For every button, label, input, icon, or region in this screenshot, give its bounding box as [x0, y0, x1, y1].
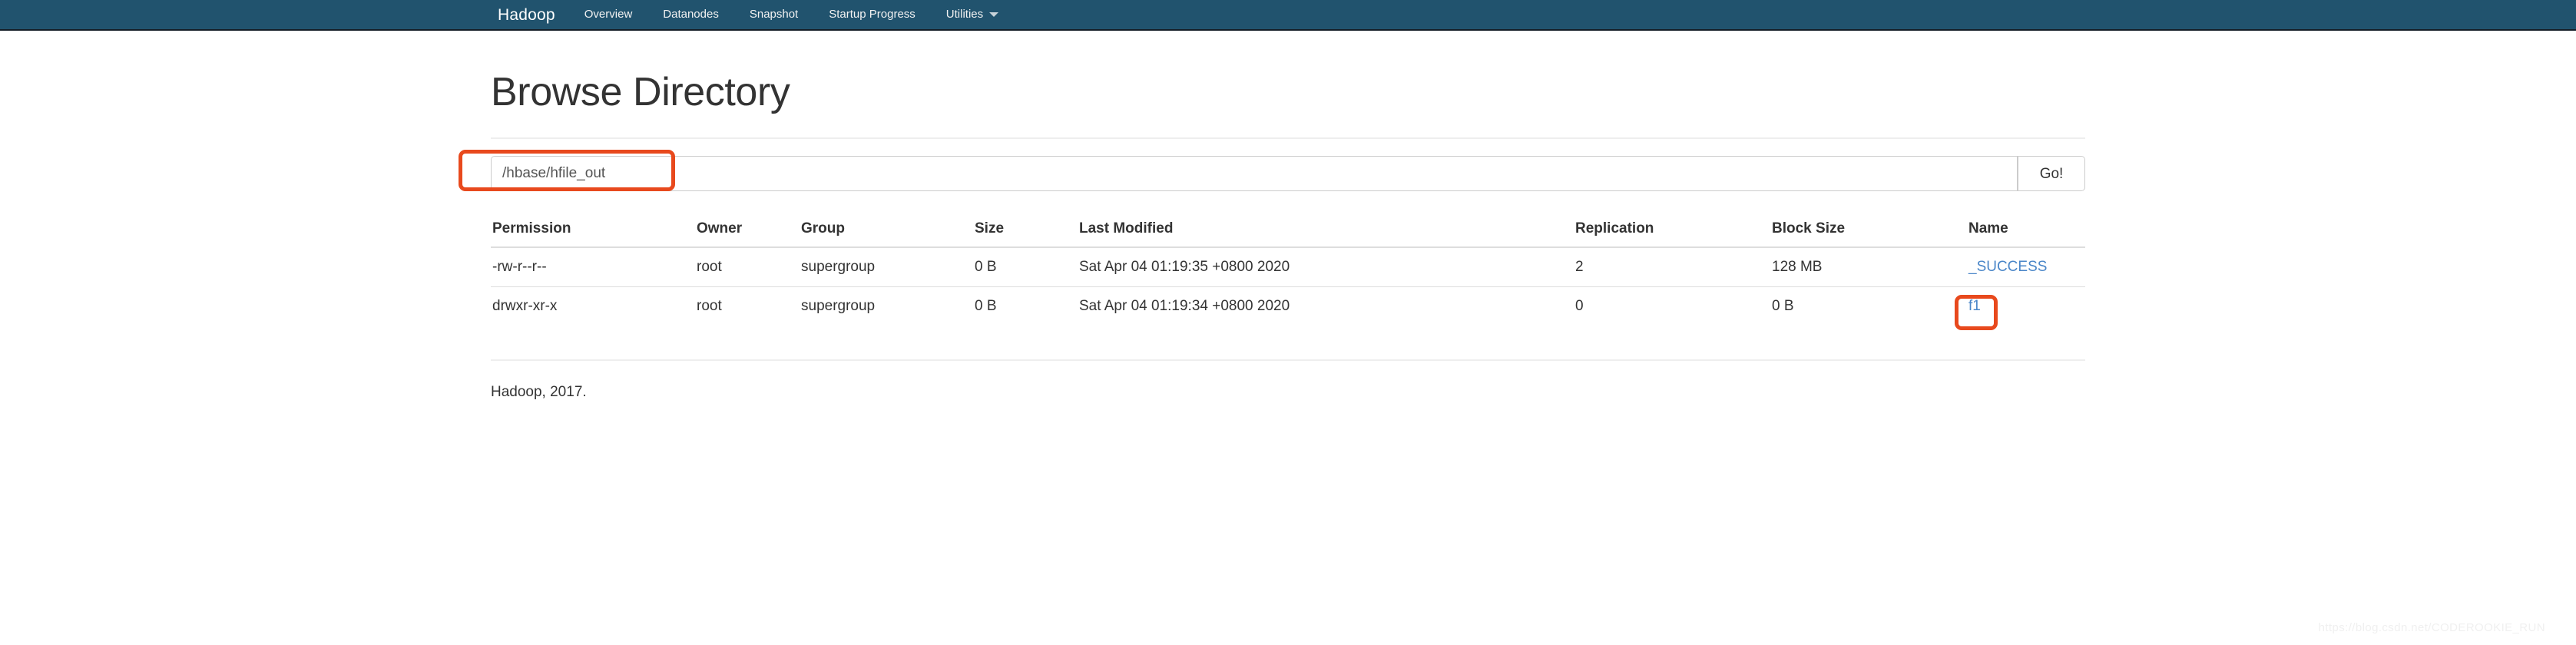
table-header: Permission Owner Group Size Last Modifie… — [491, 213, 2085, 249]
nav-item-startup-progress[interactable]: Startup Progress — [813, 8, 931, 22]
file-link-success[interactable]: _SUCCESS — [1968, 259, 2047, 275]
nav-link-utilities-label: Utilities — [945, 8, 984, 21]
brand-hadoop[interactable]: Hadoop — [498, 7, 569, 23]
cell-size: 0 B — [975, 286, 1079, 326]
cell-block-size: 0 B — [1772, 286, 1968, 326]
cell-group: supergroup — [801, 246, 975, 287]
nav-item-utilities[interactable]: Utilities — [931, 8, 1014, 22]
column-header-owner[interactable]: Owner — [697, 213, 801, 249]
cell-owner: root — [697, 286, 801, 326]
path-input-group: Go! — [491, 156, 2085, 192]
nav-item-snapshot[interactable]: Snapshot — [734, 8, 813, 22]
path-input[interactable] — [491, 156, 2018, 192]
nav-link-overview[interactable]: Overview — [569, 8, 648, 20]
cell-last-modified: Sat Apr 04 01:19:35 +0800 2020 — [1079, 246, 1575, 287]
cell-group: supergroup — [801, 286, 975, 326]
column-header-group[interactable]: Group — [801, 213, 975, 249]
footer-text: Hadoop, 2017. — [491, 384, 587, 401]
column-header-block-size[interactable]: Block Size — [1772, 213, 1968, 249]
cell-owner: root — [697, 246, 801, 287]
directory-link-f1[interactable]: f1 — [1968, 298, 1981, 314]
cell-replication: 2 — [1575, 246, 1772, 287]
cell-name: f1 — [1955, 286, 2085, 331]
cell-permission: -rw-r--r-- — [491, 246, 697, 287]
column-header-size[interactable]: Size — [975, 213, 1079, 249]
nav-links: Overview Datanodes Snapshot Startup Prog… — [569, 8, 1014, 22]
cell-permission: drwxr-xr-x — [491, 286, 697, 326]
column-header-permission[interactable]: Permission — [491, 213, 697, 249]
table-body: -rw-r--r-- root supergroup 0 B Sat Apr 0… — [491, 246, 2085, 331]
cell-last-modified: Sat Apr 04 01:19:34 +0800 2020 — [1079, 286, 1575, 326]
cell-replication: 0 — [1575, 286, 1772, 326]
main-container: Browse Directory Go! Permission Owner Gr… — [459, 31, 2085, 401]
column-header-name[interactable]: Name — [1968, 213, 2085, 249]
top-navbar: Hadoop Overview Datanodes Snapshot Start… — [0, 0, 2576, 31]
nav-link-datanodes[interactable]: Datanodes — [647, 8, 734, 20]
column-header-last-modified[interactable]: Last Modified — [1079, 213, 1575, 249]
watermark: https://blog.csdn.net/CODEROOKIE_RUN — [2318, 621, 2545, 634]
directory-listing: Permission Owner Group Size Last Modifie… — [491, 191, 2085, 331]
nav-link-utilities[interactable]: Utilities — [931, 8, 1014, 20]
go-button[interactable]: Go! — [2018, 156, 2085, 192]
table-header-row: Permission Owner Group Size Last Modifie… — [491, 213, 2085, 249]
page-title: Browse Directory — [491, 70, 790, 114]
name-link-wrapper: f1 — [1955, 295, 1998, 331]
table-row: drwxr-xr-x root supergroup 0 B Sat Apr 0… — [491, 286, 2085, 331]
directory-table: Permission Owner Group Size Last Modifie… — [491, 213, 2085, 331]
cell-block-size: 128 MB — [1772, 246, 1968, 287]
column-header-replication[interactable]: Replication — [1575, 213, 1772, 249]
name-link-wrapper: _SUCCESS — [1968, 259, 2047, 276]
nav-item-overview[interactable]: Overview — [569, 8, 648, 22]
nav-item-datanodes[interactable]: Datanodes — [647, 8, 734, 22]
nav-link-startup-progress[interactable]: Startup Progress — [813, 8, 931, 20]
path-form: Go! — [459, 139, 2085, 192]
chevron-down-icon — [989, 12, 999, 17]
cell-size: 0 B — [975, 246, 1079, 287]
cell-name: _SUCCESS — [1968, 246, 2085, 287]
table-row: -rw-r--r-- root supergroup 0 B Sat Apr 0… — [491, 246, 2085, 287]
nav-link-snapshot[interactable]: Snapshot — [734, 8, 813, 20]
